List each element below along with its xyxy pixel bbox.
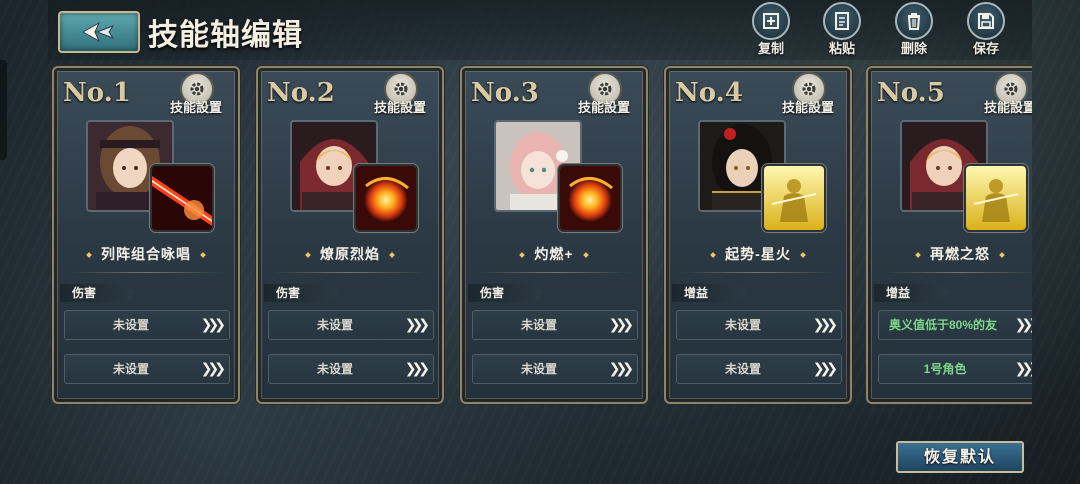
diamond-ornament [200, 252, 206, 259]
paste-button[interactable]: 粘贴 [813, 2, 871, 60]
paste-icon [835, 12, 849, 30]
diamond-ornament [86, 252, 92, 259]
skill-name-row: 再燃之怒 [868, 244, 1032, 264]
card-number: No.5 [877, 78, 945, 108]
diamond-ornament [389, 252, 395, 259]
skill-type-tag: 伤害 [468, 284, 544, 302]
condition-slot-1[interactable]: 未设置 ❯❯❯ [64, 310, 230, 340]
skill-type-tag: 伤害 [60, 284, 136, 302]
chevron-right-icon: ❯❯❯ [812, 360, 838, 376]
golden-buff-skill-icon [762, 164, 826, 232]
skill-name-row: 燎原烈焰 [258, 244, 442, 264]
card-number: No.4 [675, 78, 743, 108]
diamond-ornament [915, 252, 921, 259]
skill-settings-label[interactable]: 技能設置 [578, 97, 630, 116]
skill-settings-label[interactable]: 技能設置 [170, 97, 222, 116]
copy-icon [763, 13, 779, 29]
condition-slot-2[interactable]: 未设置 ❯❯❯ [64, 354, 230, 384]
diamond-ornament [999, 252, 1005, 259]
slot-text: 未设置 [724, 318, 761, 332]
chevron-right-icon: ❯❯❯ [404, 360, 430, 376]
skill-settings-label[interactable]: 技能設置 [782, 97, 834, 116]
skill-name: 燎原烈焰 [320, 246, 380, 262]
skill-name-row: 灼燃+ [462, 244, 646, 264]
slot-text: 未设置 [316, 362, 353, 376]
chevron-right-icon: ❯❯❯ [200, 316, 226, 332]
chevron-right-icon: ❯❯❯ [200, 360, 226, 376]
red-beam-skill-icon [150, 164, 214, 232]
back-arrow-icon [81, 21, 115, 43]
diamond-ornament [519, 252, 526, 259]
delete-label: 删除 [900, 41, 927, 56]
skill-card-2: No.2 技能設置 燎原烈焰 伤害 未设置 ❯❯❯ 未设置 ❯❯❯ [256, 66, 444, 404]
diamond-ornament [305, 252, 311, 259]
card-5-clip: No.5 技能設置 再燃之怒 增益 奥义值低于80%的友 ❯❯❯ 1号角色 ❯❯❯ [866, 60, 1032, 420]
page-title: 技能轴编辑 [148, 18, 303, 53]
condition-slot-1[interactable]: 奥义值低于80%的友 ❯❯❯ [878, 310, 1032, 340]
chevron-right-icon: ❯❯❯ [1014, 316, 1032, 332]
back-button[interactable] [58, 11, 140, 53]
skill-name: 再燃之怒 [930, 246, 990, 262]
diamond-ornament [582, 252, 589, 259]
restore-default-button[interactable]: 恢复默认 [896, 441, 1024, 473]
trash-icon [907, 13, 921, 30]
slot-text: 奥义值低于80%的友 [889, 318, 998, 332]
side-drawer-handle[interactable] [0, 60, 7, 160]
delete-button[interactable]: 删除 [885, 2, 943, 60]
condition-slot-2[interactable]: 未设置 ❯❯❯ [676, 354, 842, 384]
copy-label: 复制 [757, 41, 784, 56]
skill-settings-label[interactable]: 技能設置 [374, 97, 426, 116]
condition-slot-2[interactable]: 1号角色 ❯❯❯ [878, 354, 1032, 384]
slot-text: 未设置 [112, 318, 149, 332]
skill-card-5: No.5 技能設置 再燃之怒 增益 奥义值低于80%的友 ❯❯❯ 1号角色 ❯❯❯ [866, 66, 1032, 404]
condition-slot-2[interactable]: 未设置 ❯❯❯ [472, 354, 638, 384]
copy-button[interactable]: 复制 [742, 2, 800, 60]
chevron-right-icon: ❯❯❯ [1014, 360, 1032, 376]
slot-text: 未设置 [724, 362, 761, 376]
fireball-skill-icon [354, 164, 418, 232]
skill-card-1: No.1 技能設置 列阵组合咏唱 伤害 未设置 ❯❯❯ 未设置 ❯❯❯ [52, 66, 240, 404]
chevron-right-icon: ❯❯❯ [608, 360, 634, 376]
skill-name: 起势-星火 [725, 246, 791, 262]
condition-slot-2[interactable]: 未设置 ❯❯❯ [268, 354, 434, 384]
skill-type-tag: 增益 [874, 284, 950, 302]
skill-name: 灼燃+ [534, 246, 574, 262]
skill-name-row: 起势-星火 [666, 244, 850, 264]
skill-card-3: No.3 技能設置 灼燃+ 伤害 未设置 ❯❯❯ 未设置 ❯❯❯ [460, 66, 648, 404]
skill-type-tag: 增益 [672, 284, 748, 302]
divider [680, 272, 836, 273]
diamond-ornament [799, 252, 806, 259]
save-button[interactable]: 保存 [957, 2, 1015, 60]
card-number: No.3 [471, 78, 539, 108]
condition-slot-1[interactable]: 未设置 ❯❯❯ [472, 310, 638, 340]
slot-text: 未设置 [520, 362, 557, 376]
skill-card-4: No.4 技能設置 起势-星火 增益 未设置 ❯❯❯ 未设置 ❯❯❯ [664, 66, 852, 404]
fireball-skill-icon [558, 164, 622, 232]
divider [68, 272, 224, 273]
divider [882, 272, 1032, 273]
skill-settings-label[interactable]: 技能設置 [984, 97, 1032, 116]
save-label: 保存 [972, 41, 999, 56]
condition-slot-1[interactable]: 未设置 ❯❯❯ [268, 310, 434, 340]
slot-text: 未设置 [316, 318, 353, 332]
divider [272, 272, 428, 273]
skill-name: 列阵组合咏唱 [101, 246, 191, 262]
chevron-right-icon: ❯❯❯ [812, 316, 838, 332]
card-number: No.2 [267, 78, 335, 108]
divider [476, 272, 632, 273]
slot-text: 未设置 [520, 318, 557, 332]
skill-type-tag: 伤害 [264, 284, 340, 302]
paste-label: 粘贴 [828, 41, 855, 56]
skill-name-row: 列阵组合咏唱 [54, 244, 238, 264]
chevron-right-icon: ❯❯❯ [608, 316, 634, 332]
slot-text: 1号角色 [923, 362, 967, 376]
save-icon [978, 13, 994, 29]
slot-text: 未设置 [112, 362, 149, 376]
chevron-right-icon: ❯❯❯ [404, 316, 430, 332]
golden-buff-skill-icon [964, 164, 1028, 232]
card-number: No.1 [63, 78, 131, 108]
diamond-ornament [710, 252, 716, 259]
condition-slot-1[interactable]: 未设置 ❯❯❯ [676, 310, 842, 340]
